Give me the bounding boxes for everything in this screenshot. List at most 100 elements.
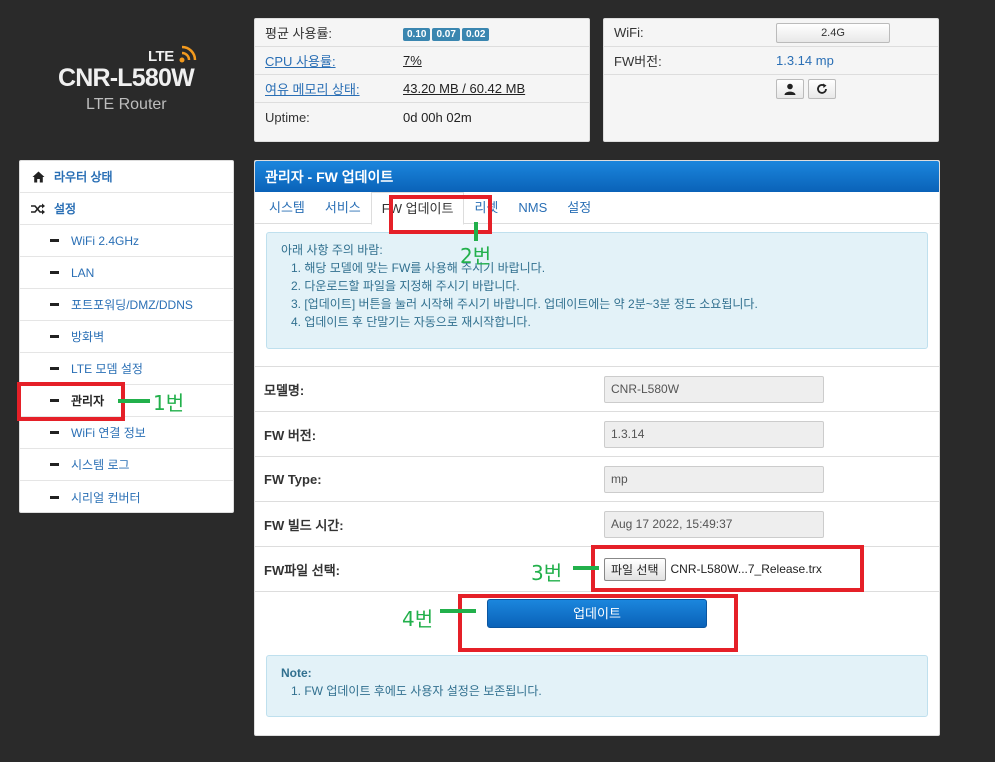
sidebar-item-label: 시리얼 컨버터 (71, 490, 141, 505)
model-field: CNR-L580W (604, 375, 824, 403)
annotation-label-2: 2번 (460, 244, 492, 268)
dash-icon (50, 495, 59, 499)
load-badge: 0.02 (461, 27, 490, 41)
sidebar-item-label: 설정 (54, 202, 77, 216)
uptime-value: 0d 00h 02m (403, 109, 472, 125)
dash-icon (50, 431, 59, 434)
avg-usage-row: 평균 사용률: 0.10 0.07 0.02 (255, 19, 589, 47)
dash-icon (50, 271, 59, 274)
sidebar-nav: 라우터 상태 설정 WiFi 2.4GHz LAN 포트포워딩/DMZ/DDNS… (19, 160, 234, 513)
avg-usage-values: 0.10 0.07 0.02 (403, 25, 491, 41)
note-heading: Note: (281, 666, 312, 680)
action-row (604, 75, 938, 103)
load-badge: 0.10 (403, 27, 431, 41)
note-item: 1. FW 업데이트 후에도 사용자 설정은 보존됩니다. (291, 684, 542, 698)
home-icon (30, 170, 46, 184)
sidebar-item-firewall[interactable]: 방화벽 (20, 321, 233, 353)
refresh-button[interactable] (808, 79, 836, 99)
fw-version-field: 1.3.14 (604, 420, 824, 448)
annotation-box-3 (591, 545, 864, 592)
fw-build-row: FW 빌드 시간: Aug 17 2022, 15:49:37 (255, 501, 939, 546)
device-info-panel: WiFi: 2.4G FW버전: 1.3.14 mp (603, 18, 939, 142)
avg-usage-label: 평균 사용률: (265, 26, 333, 41)
wifi-label: WiFi: (614, 25, 644, 40)
sidebar-item-router-status[interactable]: 라우터 상태 (20, 161, 233, 193)
system-status-panel: 평균 사용률: 0.10 0.07 0.02 CPU 사용률: 7% 여유 메모리 … (254, 18, 590, 142)
notice-item: 3. [업데이트] 버튼을 눌러 시작해 주시기 바랍니다. 업데이트에는 약 … (291, 297, 758, 311)
logo-model-text: CNR-L580W (58, 64, 195, 92)
dash-icon (50, 367, 59, 370)
memory-link[interactable]: 여유 메모리 상태: (265, 79, 403, 98)
sidebar-item-label: WiFi 2.4GHz (71, 233, 140, 248)
dash-icon (50, 463, 59, 466)
sidebar-item-label: WiFi 연결 정보 (71, 426, 146, 440)
tab-nms[interactable]: NMS (508, 192, 557, 224)
annotation-line-2 (474, 222, 478, 241)
sidebar-item-wifi-24[interactable]: WiFi 2.4GHz (20, 225, 233, 257)
sidebar-item-label: LAN (71, 265, 95, 280)
sidebar-item-label: 포트포워딩/DMZ/DDNS (71, 298, 193, 312)
model-row: 모델명: CNR-L580W (255, 366, 939, 411)
sidebar-item-label: LTE 모뎀 설정 (71, 362, 143, 376)
logo-lte-text: LTE (148, 48, 174, 65)
fw-type-field: mp (604, 465, 824, 493)
dash-icon (50, 239, 59, 242)
user-icon (784, 83, 796, 95)
annotation-box-1 (17, 382, 125, 421)
load-badge: 0.07 (432, 27, 460, 41)
fw-type-row: FW Type: mp (255, 456, 939, 501)
sidebar-item-system-log[interactable]: 시스템 로그 (20, 449, 233, 481)
fw-type-label: FW Type: (264, 471, 322, 487)
brand-logo: LTE CNR-L580W LTE Router (55, 40, 205, 120)
notice-heading: 아래 사항 주의 바람: (281, 243, 383, 257)
sidebar-item-label: 시스템 로그 (71, 458, 130, 472)
cpu-usage-row: CPU 사용률: 7% (255, 47, 589, 75)
sidebar-item-wifi-info[interactable]: WiFi 연결 정보 (20, 417, 233, 449)
wifi-row: WiFi: 2.4G (604, 19, 938, 47)
refresh-icon (817, 83, 827, 94)
annotation-line-4 (440, 609, 476, 613)
tab-service[interactable]: 서비스 (315, 192, 371, 224)
annotation-box-4 (458, 594, 738, 652)
shuffle-icon (30, 202, 46, 216)
tab-settings[interactable]: 설정 (557, 192, 601, 224)
sidebar-item-port-forwarding[interactable]: 포트포워딩/DMZ/DDNS (20, 289, 233, 321)
signal-icon (179, 45, 197, 63)
cpu-usage-value: 7% (403, 53, 422, 68)
dash-icon (50, 335, 59, 338)
fw-version-label: FW버전: (614, 54, 662, 69)
notice-item: 2. 다운로드할 파일을 지정해 주시기 바랍니다. (291, 279, 520, 293)
wifi-band-button[interactable]: 2.4G (776, 22, 890, 43)
notice-item: 4. 업데이트 후 단말기는 자동으로 재시작합니다. (291, 315, 531, 329)
panel-title: 관리자 - FW 업데이트 (255, 161, 939, 192)
annotation-line-3 (573, 566, 599, 570)
fw-version-value: 1.3.14 mp (776, 53, 834, 68)
sidebar-item-label: 방화벽 (71, 330, 105, 344)
sidebar-item-label: 라우터 상태 (54, 170, 113, 184)
tab-bar: 시스템 서비스 FW 업데이트 리셋 NMS 설정 (255, 191, 939, 225)
note-notice: Note: 1. FW 업데이트 후에도 사용자 설정은 보존됩니다. (266, 655, 928, 717)
annotation-label-4: 4번 (402, 607, 434, 631)
tab-system[interactable]: 시스템 (259, 192, 315, 224)
user-button[interactable] (776, 79, 804, 99)
annotation-line-1 (118, 399, 150, 403)
uptime-label: Uptime: (265, 109, 310, 125)
notice-item: 1. 해당 모델에 맞는 FW를 사용해 주시기 바랍니다. (291, 261, 546, 275)
fw-build-field: Aug 17 2022, 15:49:37 (604, 510, 824, 538)
memory-row: 여유 메모리 상태: 43.20 MB / 60.42 MB (255, 75, 589, 103)
logo-sub-text: LTE Router (86, 96, 167, 113)
cpu-usage-link[interactable]: CPU 사용률: (265, 51, 403, 70)
model-label: 모델명: (264, 382, 305, 398)
uptime-row: Uptime: 0d 00h 02m (255, 103, 589, 131)
sidebar-item-lte-modem[interactable]: LTE 모뎀 설정 (20, 353, 233, 385)
fw-version-form-label: FW 버전: (264, 427, 317, 443)
caution-notice: 아래 사항 주의 바람: 1. 해당 모델에 맞는 FW를 사용해 주시기 바랍… (266, 232, 928, 349)
sidebar-item-settings[interactable]: 설정 (20, 193, 233, 225)
sidebar-item-serial-converter[interactable]: 시리얼 컨버터 (20, 481, 233, 513)
fw-version-row: FW버전: 1.3.14 mp (604, 47, 938, 75)
sidebar-item-lan[interactable]: LAN (20, 257, 233, 289)
fw-build-label: FW 빌드 시간: (264, 517, 344, 533)
annotation-label-3: 3번 (531, 561, 563, 585)
dash-icon (50, 303, 59, 306)
fw-version-form-row: FW 버전: 1.3.14 (255, 411, 939, 456)
